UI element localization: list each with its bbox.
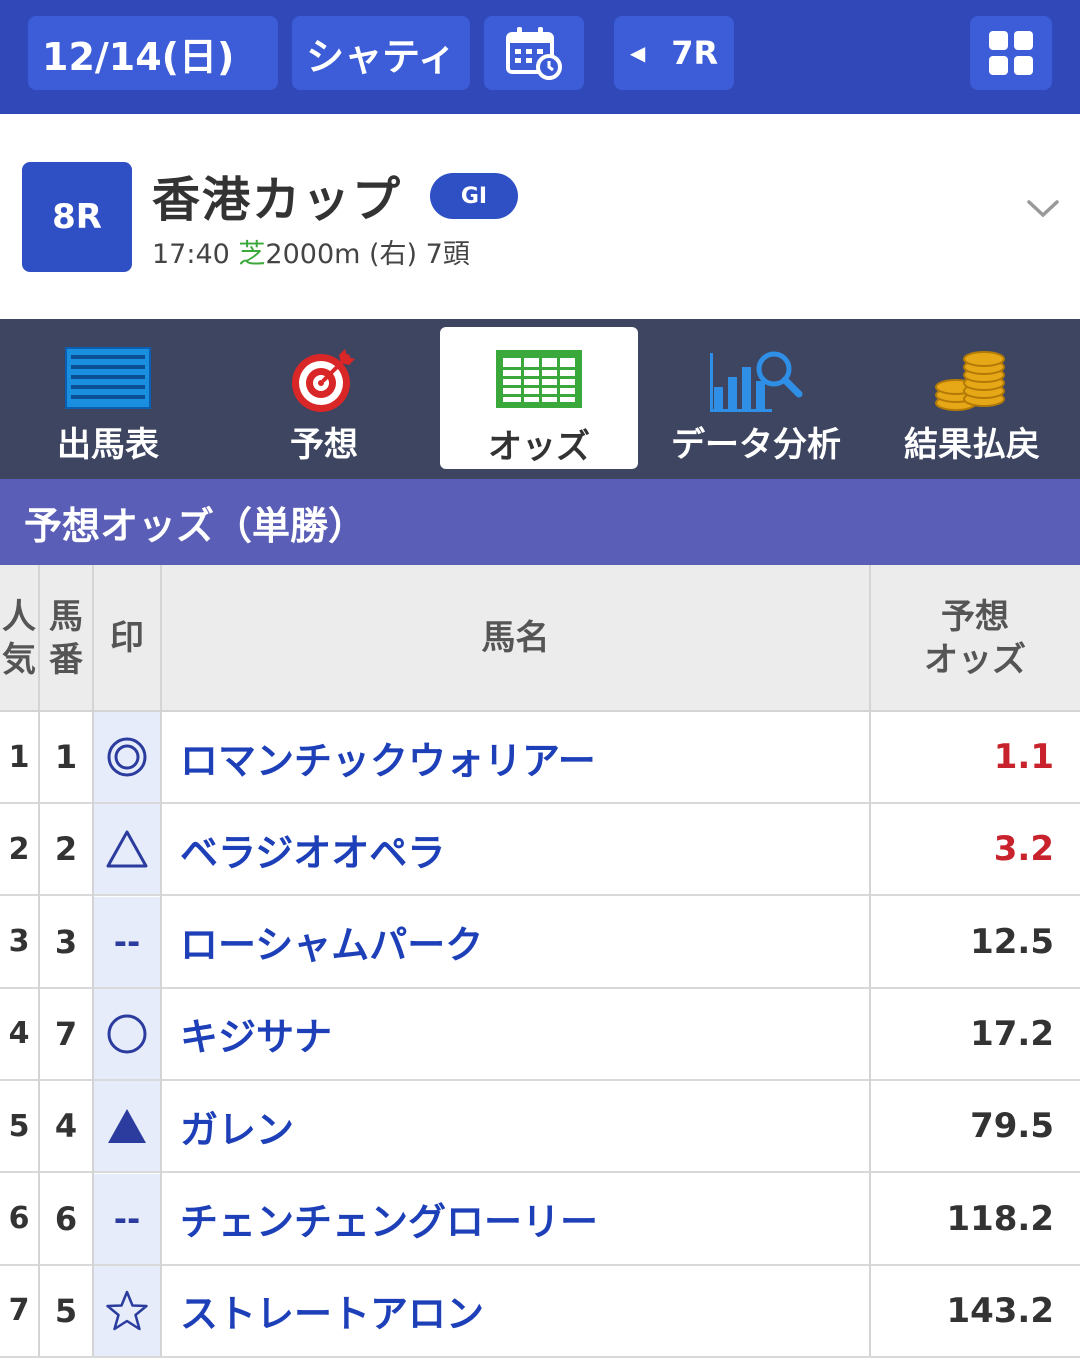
header-mark: 印	[110, 618, 144, 659]
horse-name-link[interactable]: ガレン	[180, 1081, 294, 1171]
tab-results[interactable]: 結果払戻	[864, 319, 1080, 479]
date-label: 12/14(日)	[42, 34, 235, 79]
prev-race-label: 7R	[671, 34, 719, 72]
horse-number: 5	[54, 1291, 78, 1330]
tab-results-label: 結果払戻	[904, 425, 1040, 465]
calendar-button[interactable]	[484, 16, 584, 90]
calendar-refresh-icon	[506, 27, 562, 80]
popularity-rank: 2	[8, 831, 30, 867]
column-divider	[869, 565, 871, 1356]
expand-button[interactable]	[1026, 198, 1060, 224]
horse-name-link[interactable]: ローシャムパーク	[180, 897, 483, 987]
prev-race-button[interactable]: ◀ 7R	[614, 16, 734, 90]
tab-entry[interactable]: 出馬表	[0, 319, 216, 479]
venue-label: シャティ	[306, 34, 456, 79]
header-popularity: 人気	[2, 597, 36, 680]
chevron-down-icon	[1027, 200, 1059, 218]
column-divider	[92, 565, 94, 1356]
predicted-odds: 79.5	[970, 1106, 1054, 1147]
horse-name-link[interactable]: ロマンチックウォリアー	[180, 712, 596, 802]
circle-mark-icon	[93, 989, 161, 1079]
header-horse-name: 馬名	[481, 618, 550, 659]
race-number-badge: 8R	[22, 162, 132, 272]
tab-bar: 出馬表 予想 オッズ データ分析 結果払戻	[0, 319, 1080, 479]
popularity-rank: 1	[8, 739, 30, 775]
race-time: 17:40	[152, 239, 230, 270]
popularity-rank: 7	[8, 1293, 30, 1329]
predicted-odds: 143.2	[946, 1290, 1054, 1331]
horse-name-link[interactable]: キジサナ	[180, 989, 332, 1079]
tab-prediction[interactable]: 予想	[216, 319, 432, 479]
grade-label: GI	[460, 183, 488, 209]
odds-table-header: 人気 馬番 印 馬名 予想 オッズ	[0, 565, 1080, 712]
coins-icon	[935, 351, 1005, 411]
header-odds: 予想 オッズ	[924, 597, 1026, 680]
table-row[interactable]: 7 5 ストレートアロン 143.2	[0, 1265, 1080, 1358]
race-surface: 芝	[238, 239, 266, 270]
date-selector[interactable]: 12/14(日)	[28, 16, 278, 90]
double-circle-mark-icon	[93, 712, 161, 802]
tab-odds[interactable]: オッズ	[440, 327, 638, 469]
triangle-mark-icon	[93, 804, 161, 894]
no-mark: --	[113, 1199, 141, 1238]
column-divider	[160, 565, 162, 1356]
odds-sheet-icon	[496, 350, 582, 408]
column-divider	[38, 565, 40, 1356]
tab-entry-label: 出馬表	[57, 425, 159, 465]
table-row[interactable]: 1 1 ロマンチックウォリアー 1.1	[0, 712, 1080, 804]
target-icon	[292, 349, 355, 412]
section-title: 予想オッズ（単勝）	[0, 479, 1080, 565]
race-details: 17:40 芝2000m (右) 7頭	[152, 232, 470, 271]
tab-odds-label: オッズ	[488, 427, 590, 467]
horse-name-link[interactable]: ストレートアロン	[180, 1266, 484, 1356]
top-bar: 12/14(日) シャティ ◀ 7R	[0, 0, 1080, 114]
table-row[interactable]: 3 3 -- ローシャムパーク 12.5	[0, 896, 1080, 989]
predicted-odds: 3.2	[993, 829, 1054, 870]
race-number: 8R	[52, 197, 102, 237]
predicted-odds: 118.2	[946, 1198, 1054, 1239]
chart-search-icon	[710, 351, 803, 412]
tab-data-analysis[interactable]: データ分析	[648, 319, 864, 479]
grid-menu-button[interactable]	[970, 16, 1052, 90]
popularity-rank: 6	[8, 1201, 30, 1236]
predicted-odds: 17.2	[970, 1013, 1054, 1054]
tab-data-analysis-label: データ分析	[671, 425, 841, 465]
predicted-odds: 1.1	[993, 737, 1054, 777]
grade-badge: GI	[430, 173, 518, 219]
prev-triangle-icon: ◀	[629, 41, 646, 65]
filled-triangle-mark-icon	[93, 1081, 161, 1171]
no-mark: --	[113, 922, 141, 961]
popularity-rank: 4	[8, 1016, 30, 1052]
horse-number: 3	[54, 922, 78, 961]
table-row[interactable]: 6 6 -- チェンチェングローリー 118.2	[0, 1173, 1080, 1266]
star-mark-icon	[93, 1266, 161, 1356]
horse-name-link[interactable]: ベラジオオペラ	[180, 804, 445, 894]
horse-number: 7	[54, 1014, 78, 1053]
grid-menu-icon	[989, 31, 1033, 75]
race-runners: 7頭	[425, 239, 470, 270]
entry-table-icon	[65, 347, 151, 409]
horse-number: 4	[54, 1107, 78, 1146]
horse-number: 1	[54, 738, 78, 776]
race-distance: 2000m (右)	[265, 239, 418, 270]
popularity-rank: 5	[8, 1108, 30, 1144]
table-row[interactable]: 4 7 キジサナ 17.2	[0, 988, 1080, 1081]
table-row[interactable]: 2 2 ベラジオオペラ 3.2	[0, 804, 1080, 897]
header-horse-no: 馬番	[49, 597, 83, 680]
horse-name-link[interactable]: チェンチェングローリー	[180, 1174, 598, 1264]
horse-number: 6	[54, 1199, 78, 1238]
predicted-odds: 12.5	[970, 921, 1054, 962]
venue-selector[interactable]: シャティ	[292, 16, 470, 90]
popularity-rank: 3	[8, 924, 30, 960]
race-title: 香港カップ	[152, 172, 403, 228]
horse-number: 2	[54, 830, 78, 869]
table-row[interactable]: 5 4 ガレン 79.5	[0, 1081, 1080, 1174]
tab-prediction-label: 予想	[290, 425, 358, 465]
